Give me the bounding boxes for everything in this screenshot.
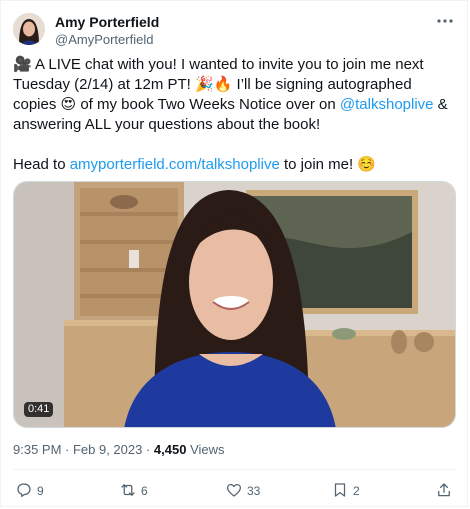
views-count: 4,450 xyxy=(153,442,187,457)
bookmark-icon xyxy=(331,481,349,502)
bookmark-count: 2 xyxy=(353,484,360,498)
camera-emoji: 🎥 xyxy=(13,56,32,73)
tweet-text-part: of my book Two Weeks Notice over on xyxy=(76,96,340,113)
mention-link[interactable]: @talkshoplive xyxy=(340,96,434,113)
tweet-card: Amy Porterfield @AmyPorterfield 🎥 A LIVE… xyxy=(0,0,468,507)
reply-icon xyxy=(15,481,33,502)
tweet-meta: 9:35 PM · Feb 9, 2023 · 4,450 Views xyxy=(13,442,225,458)
party-fire-emoji: 🎉🔥 xyxy=(195,76,233,93)
like-button[interactable]: 33 xyxy=(225,479,260,503)
reply-count: 9 xyxy=(37,484,44,498)
retweet-count: 6 xyxy=(141,484,148,498)
action-bar: 9 6 33 2 xyxy=(1,479,469,503)
tweet-text-part: to join me! xyxy=(279,156,358,173)
views-label: Views xyxy=(186,442,225,457)
tweet-text: 🎥 A LIVE chat with you! I wanted to invi… xyxy=(13,55,459,175)
divider xyxy=(13,469,455,470)
avatar[interactable] xyxy=(13,13,45,45)
video-thumbnail xyxy=(14,182,455,427)
timestamp[interactable]: 9:35 PM · Feb 9, 2023 · xyxy=(13,442,154,457)
retweet-button[interactable]: 6 xyxy=(119,479,148,503)
website-link[interactable]: amyporterfield.com/talkshoplive xyxy=(70,156,280,173)
blush-emoji: ☺️ xyxy=(357,156,377,173)
retweet-icon xyxy=(119,481,137,502)
like-icon xyxy=(225,481,243,502)
reply-button[interactable]: 9 xyxy=(15,479,44,503)
video-duration: 0:41 xyxy=(24,402,54,417)
bookmark-button[interactable]: 2 xyxy=(331,479,360,503)
heart-eyes-emoji: 😍 xyxy=(60,96,77,113)
share-button[interactable] xyxy=(435,479,453,503)
author-handle[interactable]: @AmyPorterfield xyxy=(55,32,153,48)
more-icon[interactable] xyxy=(435,11,455,31)
video-player[interactable]: 0:41 xyxy=(13,181,456,428)
like-count: 33 xyxy=(247,484,261,498)
share-icon xyxy=(435,481,453,502)
author-name[interactable]: Amy Porterfield xyxy=(55,13,159,31)
tweet-text-part: Head to xyxy=(13,156,70,173)
